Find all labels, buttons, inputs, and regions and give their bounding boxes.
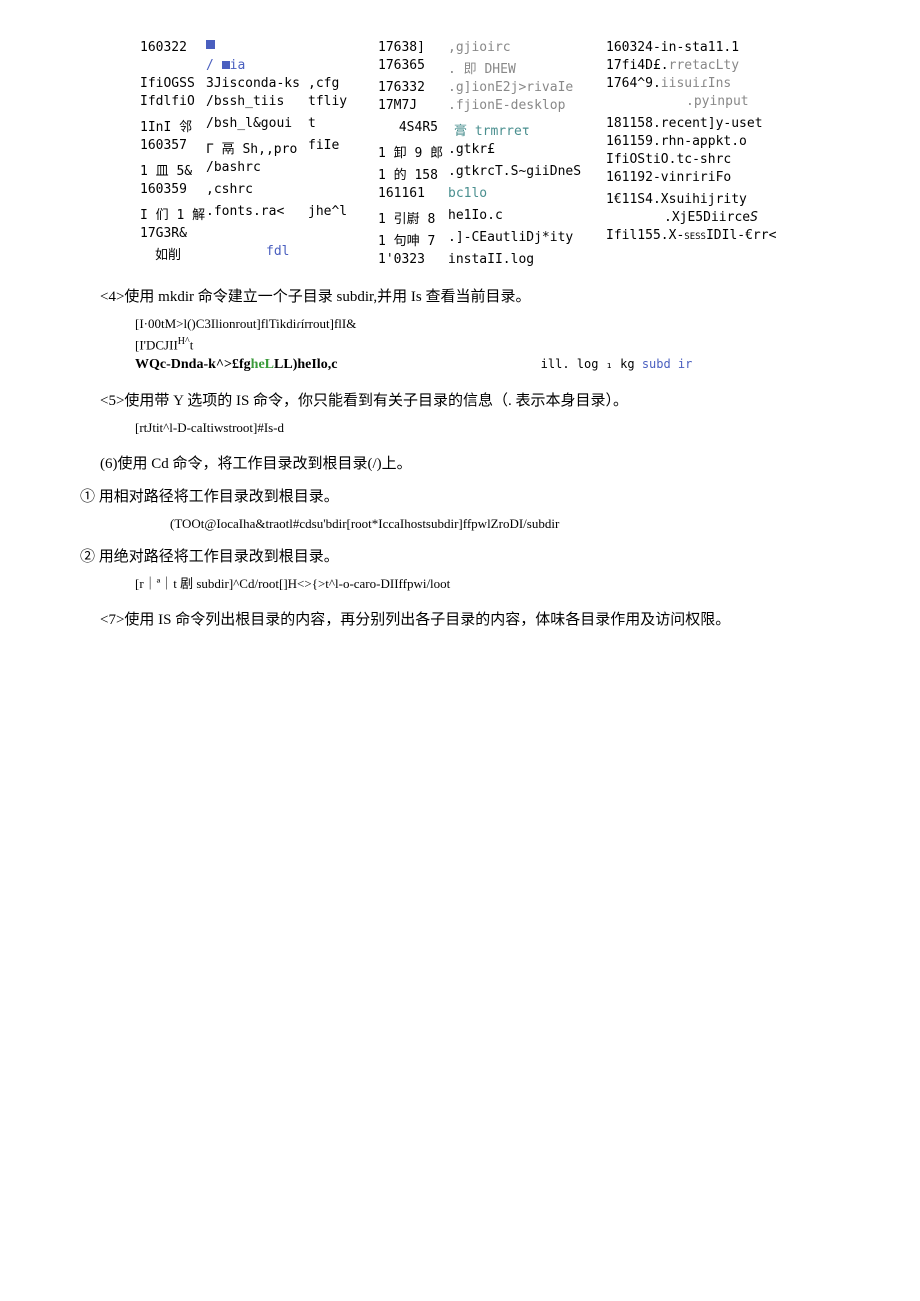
filename: .]-CEautliDj*ity bbox=[448, 230, 573, 249]
filename: he1Io.c bbox=[448, 208, 503, 227]
square-icon bbox=[206, 40, 215, 49]
filename: / / ■iaia bbox=[206, 58, 245, 73]
filename: bc1lo bbox=[448, 186, 487, 201]
step-6b-text: ② 用绝对路径将工作目录改到根目录。 bbox=[80, 545, 840, 566]
inode: 17G3R& bbox=[140, 226, 196, 241]
code-line: WQc-Dnda-k^>£fgheLLL)heIlo,c ill. log ₁ … bbox=[135, 354, 840, 375]
filename: .pyinput bbox=[686, 94, 749, 109]
step-5-code: [rtJtit^l-D-caItiwstroot]#Is-d bbox=[135, 418, 840, 438]
step-4-code: [I·00tM>l()C3Ilionrout]flTikdiɾírrout]fl… bbox=[135, 314, 840, 375]
step-5-text: <5>使用带 Y 选项的 IS 命令，你只能看到有关子目录的信息（. 表示本身目… bbox=[100, 389, 840, 410]
ls-output-block: 160322 / / ■iaia IfiOGSS 3Jisconda-ks ,cfg… bbox=[140, 40, 840, 267]
inode: 160357 bbox=[140, 138, 196, 157]
code-line: [I'DCJIIH^t bbox=[135, 334, 840, 355]
filename: 1764^9.iisuiɾIns bbox=[606, 76, 731, 91]
suffix: t bbox=[308, 116, 316, 135]
inode: 176332 bbox=[378, 80, 438, 95]
suffix: fiIe bbox=[308, 138, 339, 157]
inode: 1InI 邻 bbox=[140, 116, 196, 135]
filename: .g]ionE2j>rivaIe bbox=[448, 80, 573, 95]
filename: fdl bbox=[266, 244, 289, 263]
inode: 160322 bbox=[140, 40, 196, 55]
step-4-text: <4>使用 mkdir 命令建立一个子目录 subdir,并用 Is 查看当前目… bbox=[100, 285, 840, 306]
filename: 膏 trmrreτ bbox=[454, 120, 530, 139]
ls-col-1: 160322 / / ■iaia IfiOGSS 3Jisconda-ks ,cfg… bbox=[140, 40, 370, 267]
filename: 161159.rhn-appkt.o bbox=[606, 134, 747, 149]
filename: 3Jisconda-ks bbox=[206, 76, 298, 91]
filename: ,cshrc bbox=[206, 182, 253, 197]
filename: /bssh_tiis bbox=[206, 94, 298, 109]
inode: IfiOGSS bbox=[140, 76, 196, 91]
suffix: ,cfg bbox=[308, 76, 339, 91]
inode: 如削 bbox=[140, 244, 196, 263]
suffix: jhe^l bbox=[308, 204, 347, 223]
inode: 17M7J bbox=[378, 98, 438, 113]
filename: 160324-in-sta11.1 bbox=[606, 40, 739, 55]
filename: 161192-vinririFo bbox=[606, 170, 731, 185]
filename: .fonts.ra< bbox=[206, 204, 298, 223]
inode: 17638] bbox=[378, 40, 438, 55]
inode: 1'0323 bbox=[378, 252, 438, 267]
filename: Γ 鬲 Sh,,pro bbox=[206, 138, 298, 157]
inode: 1 引嶎 8 bbox=[378, 208, 438, 227]
filename: /bashrc bbox=[206, 160, 261, 179]
inode: 4S4R5 bbox=[378, 120, 444, 139]
filename: .fjionE-desklop bbox=[448, 98, 565, 113]
step-6-text: (6)使用 Cd 命令，将工作目录改到根目录(/)上。 bbox=[100, 452, 840, 473]
filename: Ifil155.X-sessIDIl-€rr< bbox=[606, 228, 776, 243]
step-6a-code: (TOOt@IocaIha&traotl#cdsu'bdir[root*Icca… bbox=[170, 514, 840, 534]
filename: . 即 DHEW bbox=[448, 58, 516, 77]
inode: 1 句呻 7 bbox=[378, 230, 438, 249]
inode: 1 卸 9 郎 bbox=[378, 142, 438, 161]
inode: 176365 bbox=[378, 58, 438, 77]
filename: 17fi4D£.rretacLty bbox=[606, 58, 739, 73]
code-line: [rtJtit^l-D-caItiwstroot]#Is-d bbox=[135, 418, 840, 438]
code-line: [r｜ª｜t 剧 subdir]^Cd/root[]H<>{>t^l-o-car… bbox=[135, 574, 840, 594]
inode: IfdlfiO bbox=[140, 94, 196, 109]
step-6b-code: [r｜ª｜t 剧 subdir]^Cd/root[]H<>{>t^l-o-car… bbox=[135, 574, 840, 594]
ls-col-3: 160324-in-sta11.1 17fi4D£.rretacLty 1764… bbox=[606, 40, 806, 267]
right-annotation: ill. log ₁ kg subd ir bbox=[541, 355, 693, 373]
inode: 1 的 158 bbox=[378, 164, 438, 183]
filename: .gtkrcT.S~giiDneS bbox=[448, 164, 581, 183]
ls-col-2: 17638] ,gjioirc 176365 . 即 DHEW 176332 .g]i… bbox=[378, 40, 598, 267]
filename: IfiOStiO.tc-shrc bbox=[606, 152, 731, 167]
code-line: [I·00tM>l()C3Ilionrout]flTikdiɾírrout]fl… bbox=[135, 314, 840, 334]
filename: instaII.log bbox=[448, 252, 534, 267]
inode: 1 皿 5& bbox=[140, 160, 196, 179]
code-line: (TOOt@IocaIha&traotl#cdsu'bdir[root*Icca… bbox=[170, 514, 840, 534]
filename: .XjE5DiirceS bbox=[664, 210, 758, 225]
filename: 181158.recent]y-uset bbox=[606, 116, 763, 131]
filename: /bsh_l&goui bbox=[206, 116, 298, 135]
filename: .gtkr£ bbox=[448, 142, 495, 161]
step-6a-text: ① 用相对路径将工作目录改到根目录。 bbox=[80, 485, 840, 506]
inode: 161161 bbox=[378, 186, 438, 201]
filename: 1€11S4.Xsuihijrity bbox=[606, 192, 747, 207]
inode: 160359 bbox=[140, 182, 196, 197]
inode: I 们 1 解 bbox=[140, 204, 196, 223]
step-7-text: <7>使用 IS 命令列出根目录的内容，再分别列出各子目录的内容，体味各目录作用… bbox=[100, 608, 840, 629]
suffix: tfliy bbox=[308, 94, 347, 109]
filename: ,gjioirc bbox=[448, 40, 511, 55]
